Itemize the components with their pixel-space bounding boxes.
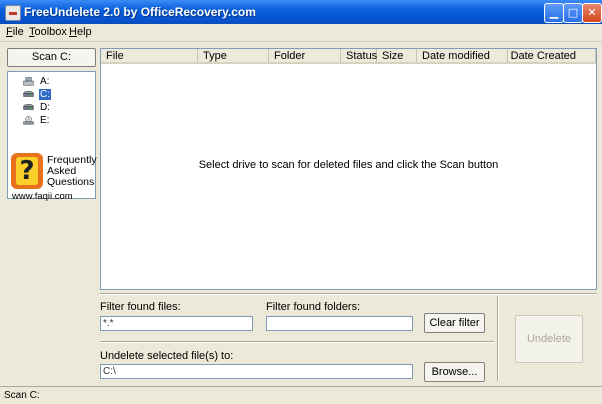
filter-files-input[interactable] xyxy=(100,316,253,331)
hard-drive-icon xyxy=(23,90,34,97)
undelete-target-input[interactable] xyxy=(100,364,413,379)
close-button[interactable]: ✕ xyxy=(582,3,602,23)
app-icon xyxy=(5,5,21,21)
scan-button[interactable]: Scan C: xyxy=(7,48,96,67)
divider xyxy=(100,341,494,343)
title-bar[interactable]: FreeUndelete 2.0 by OfficeRecovery.com ▁… xyxy=(0,0,602,24)
drive-label: D: xyxy=(40,102,50,113)
minimize-button[interactable]: ▁ xyxy=(544,3,564,23)
menu-toolbox[interactable]: Toolbox xyxy=(29,26,67,38)
status-text: Scan C: xyxy=(4,390,40,401)
menu-help[interactable]: Help xyxy=(69,26,92,38)
column-header-folder[interactable]: Folder xyxy=(269,49,341,64)
column-header-status[interactable]: Status xyxy=(341,49,377,64)
column-header-date-modified[interactable]: Date modified xyxy=(417,49,508,64)
window-title: FreeUndelete 2.0 by OfficeRecovery.com xyxy=(24,5,256,19)
faq-text: Frequently Asked Questions xyxy=(47,154,97,188)
filter-folders-label: Filter found folders: xyxy=(266,301,361,313)
column-header-type[interactable]: Type xyxy=(198,49,269,64)
column-header-file[interactable]: File xyxy=(101,49,198,64)
drive-label-selected: C: xyxy=(39,89,51,100)
maximize-button[interactable]: □ xyxy=(563,3,583,23)
faq-banner[interactable]: ? Frequently Asked Questions www.faqii.c… xyxy=(10,152,98,202)
column-header-date-created[interactable]: Date Created xyxy=(508,49,596,64)
menu-bar: File Toolbox Help xyxy=(0,24,602,42)
status-bar: Scan C: xyxy=(0,386,602,404)
undelete-target-label: Undelete selected file(s) to: xyxy=(100,350,234,362)
drive-label: A: xyxy=(40,76,50,87)
clear-filter-button[interactable]: Clear filter xyxy=(424,313,485,333)
divider xyxy=(100,293,597,295)
menu-file[interactable]: File xyxy=(6,26,24,38)
empty-list-message: Select drive to scan for deleted files a… xyxy=(198,159,499,171)
divider xyxy=(497,296,499,381)
drive-label: E: xyxy=(40,115,50,126)
floppy-drive-icon xyxy=(23,77,34,86)
undelete-button[interactable]: Undelete xyxy=(515,315,583,363)
hard-drive-icon xyxy=(23,103,34,110)
question-mark-icon: ? xyxy=(11,153,43,189)
filter-files-label: Filter found files: xyxy=(100,301,181,313)
cd-drive-icon xyxy=(23,116,34,125)
column-header-size[interactable]: Size xyxy=(377,49,417,64)
file-list[interactable]: File Type Folder Status Size Date modifi… xyxy=(100,48,597,290)
faq-url: www.faqii.com xyxy=(12,191,73,202)
browse-button[interactable]: Browse... xyxy=(424,362,485,382)
filter-folders-input[interactable] xyxy=(266,316,413,331)
